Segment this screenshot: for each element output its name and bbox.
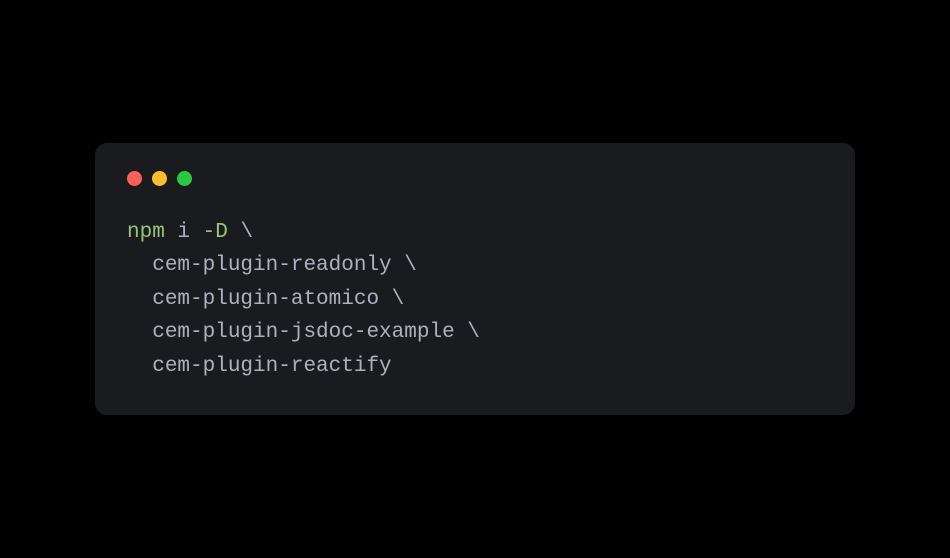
install-subcommand: i bbox=[177, 221, 190, 244]
minimize-icon[interactable] bbox=[152, 171, 167, 186]
line-continuation: \ bbox=[240, 221, 253, 244]
command-space bbox=[190, 221, 203, 244]
indent bbox=[127, 355, 152, 378]
command-space bbox=[165, 221, 178, 244]
maximize-icon[interactable] bbox=[177, 171, 192, 186]
dev-flag: -D bbox=[203, 221, 228, 244]
indent bbox=[127, 321, 152, 344]
indent bbox=[127, 254, 152, 277]
package-atomico: cem-plugin-atomico bbox=[152, 288, 379, 311]
command-space bbox=[392, 254, 405, 277]
indent bbox=[127, 288, 152, 311]
npm-command: npm bbox=[127, 221, 165, 244]
line-continuation: \ bbox=[404, 254, 417, 277]
window-controls bbox=[127, 171, 823, 186]
package-jsdoc-example: cem-plugin-jsdoc-example bbox=[152, 321, 454, 344]
package-readonly: cem-plugin-readonly bbox=[152, 254, 391, 277]
terminal-window: npm i -D \ cem-plugin-readonly \ cem-plu… bbox=[95, 143, 855, 416]
line-continuation: \ bbox=[392, 288, 405, 311]
code-block: npm i -D \ cem-plugin-readonly \ cem-plu… bbox=[127, 216, 823, 384]
command-space bbox=[455, 321, 468, 344]
command-space bbox=[379, 288, 392, 311]
command-space bbox=[228, 221, 241, 244]
package-reactify: cem-plugin-reactify bbox=[152, 355, 391, 378]
close-icon[interactable] bbox=[127, 171, 142, 186]
line-continuation: \ bbox=[467, 321, 480, 344]
